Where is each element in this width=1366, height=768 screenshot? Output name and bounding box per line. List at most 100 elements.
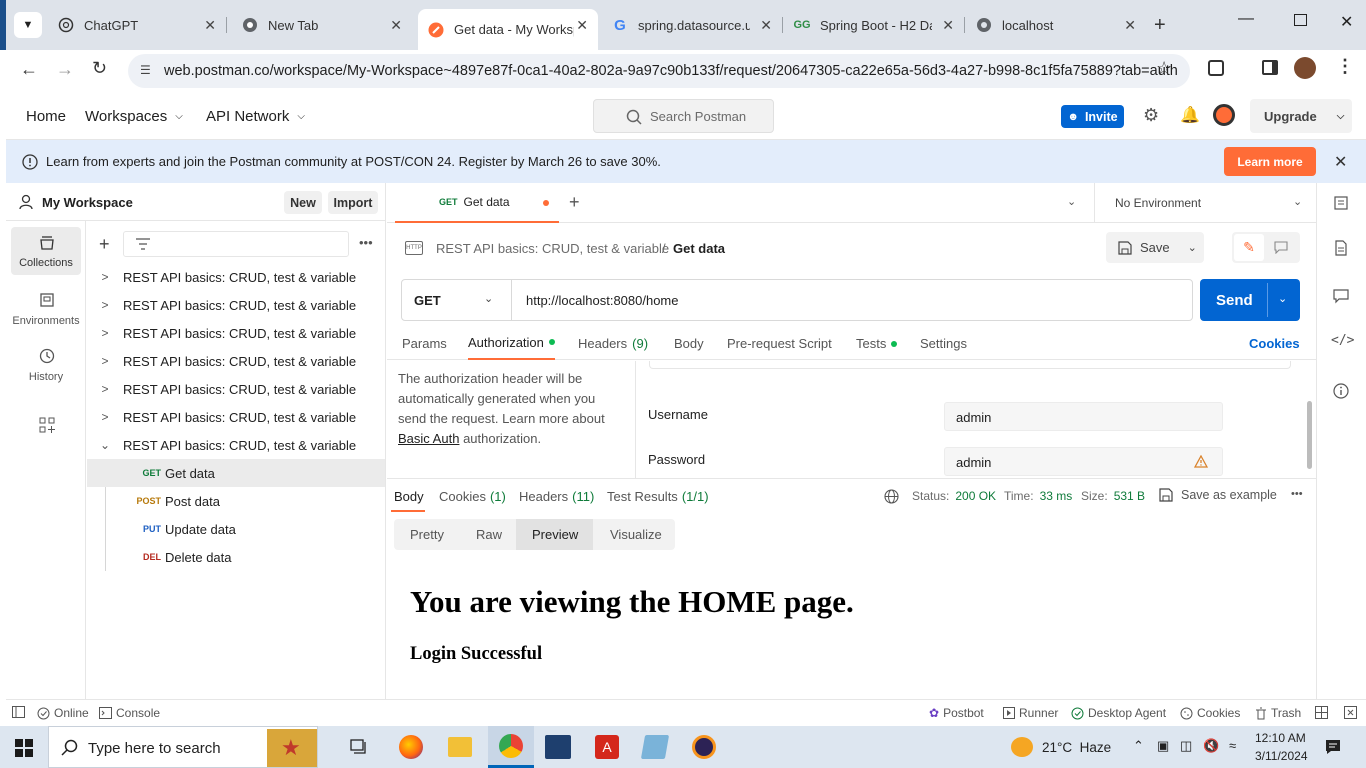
collection-item[interactable]: > REST API basics: CRUD, test & variable — [87, 375, 385, 403]
minimize-button[interactable]: — — [1238, 10, 1254, 28]
request-item-post-data[interactable]: POST Post data — [87, 487, 385, 515]
file-explorer-icon[interactable] — [448, 737, 472, 757]
eclipse-icon[interactable] — [692, 735, 716, 759]
breadcrumb-collection[interactable]: REST API basics: CRUD, test & variable — [436, 241, 669, 256]
send-button[interactable]: Send ⌄ — [1200, 279, 1300, 321]
help-icon[interactable] — [1344, 706, 1357, 719]
browser-tab-localhost[interactable]: localhost ✕ — [966, 9, 1146, 41]
documentation-icon[interactable] — [1333, 240, 1349, 256]
profile-avatar[interactable] — [1294, 57, 1316, 79]
app-icon[interactable] — [640, 735, 670, 759]
desktop-agent-button[interactable]: Desktop Agent — [1071, 706, 1166, 720]
clock-date[interactable]: 3/11/2024 — [1255, 749, 1308, 763]
bookmark-star-icon[interactable]: ☆ — [1156, 58, 1172, 79]
save-button[interactable]: Save ⌄ — [1106, 232, 1204, 263]
meet-now-icon[interactable]: ▣ — [1157, 738, 1169, 754]
upgrade-button[interactable]: Upgrade ⌵ — [1250, 99, 1352, 133]
view-visualize[interactable]: Visualize — [610, 527, 662, 542]
tab-headers[interactable]: Headers (9) — [578, 336, 648, 351]
online-status[interactable]: Online — [37, 706, 89, 720]
view-raw[interactable]: Raw — [476, 527, 502, 542]
task-view-icon[interactable] — [350, 739, 368, 755]
auth-scrollbar[interactable] — [1307, 401, 1312, 469]
request-item-get-data[interactable]: GET Get data — [87, 459, 385, 487]
rail-collections[interactable]: Collections — [11, 227, 81, 275]
collection-item[interactable]: > REST API basics: CRUD, test & variable — [87, 403, 385, 431]
tab-settings[interactable]: Settings — [920, 336, 967, 351]
pencil-icon[interactable]: ✎ — [1234, 234, 1264, 261]
password-field[interactable]: admin — [944, 447, 1223, 476]
browser-tab-google[interactable]: G spring.datasource.url ✕ — [602, 9, 783, 41]
browser-tab-new-tab[interactable]: New Tab ✕ — [232, 9, 412, 41]
browser-tab-postman[interactable]: Get data - My Worksp ✕ — [418, 9, 598, 50]
layout-icon[interactable] — [1315, 706, 1328, 719]
nav-api-network[interactable]: API Network ⌵ — [206, 108, 305, 125]
taskbar-search-box[interactable]: Type here to search ★ — [48, 726, 318, 768]
chevron-up-icon[interactable]: ⌃ — [1133, 738, 1144, 754]
environment-selector[interactable]: No Environment ⌄ — [1094, 183, 1316, 223]
comment-icon[interactable] — [1274, 241, 1288, 254]
network-icon[interactable]: ◫ — [1180, 738, 1192, 754]
globe-icon[interactable] — [884, 489, 899, 504]
response-tab-test-results[interactable]: Test Results (1/1) — [607, 489, 709, 504]
weather-text[interactable]: 21°C Haze — [1042, 740, 1111, 755]
console-button[interactable]: Console — [99, 706, 160, 720]
chrome-taskbar-button[interactable] — [488, 726, 534, 768]
view-pretty[interactable]: Pretty — [410, 527, 444, 542]
toggle-sidebar-icon[interactable] — [12, 706, 25, 718]
new-tab-button[interactable]: + — [1154, 14, 1166, 37]
rail-environments[interactable]: Environments — [11, 283, 81, 331]
collection-item[interactable]: > REST API basics: CRUD, test & variable — [87, 291, 385, 319]
tabs-dropdown-icon[interactable]: ⌄ — [1067, 195, 1076, 208]
firefox-icon[interactable] — [399, 735, 423, 759]
browser-tab-geeks[interactable]: GG Spring Boot - H2 Dat ✕ — [784, 9, 965, 41]
menu-kebab-icon[interactable]: ⋮ — [1336, 56, 1354, 77]
add-collection-icon[interactable]: + — [99, 234, 110, 255]
code-icon[interactable]: </> — [1331, 333, 1354, 348]
add-tab-icon[interactable]: + — [569, 192, 580, 213]
close-icon[interactable]: ✕ — [760, 17, 772, 34]
clock-time[interactable]: 12:10 AM — [1255, 731, 1306, 745]
collection-item[interactable]: > REST API basics: CRUD, test & variable — [87, 347, 385, 375]
notifications-icon[interactable] — [1325, 739, 1341, 755]
trash-button[interactable]: Trash — [1255, 706, 1301, 720]
invite-button[interactable]: ☻ Invite — [1061, 105, 1124, 128]
close-icon[interactable]: ✕ — [576, 17, 588, 34]
tab-params[interactable]: Params — [402, 336, 447, 351]
site-info-icon[interactable]: ☰ — [140, 63, 151, 77]
close-icon[interactable]: ✕ — [1124, 17, 1136, 34]
browser-tab-chatgpt[interactable]: ChatGPT ✕ — [48, 9, 227, 41]
collection-item[interactable]: > REST API basics: CRUD, test & variable — [87, 263, 385, 291]
cookies-link[interactable]: Cookies — [1249, 336, 1300, 351]
runner-button[interactable]: Runner — [1003, 706, 1058, 720]
response-tab-headers[interactable]: Headers (11) — [519, 489, 594, 504]
tab-authorization[interactable]: Authorization — [468, 326, 555, 360]
close-icon[interactable]: ✕ — [204, 17, 216, 34]
postbot-button[interactable]: ✿ Postbot — [929, 706, 984, 720]
open-request-tab[interactable]: GET Get data — [395, 183, 559, 223]
response-tab-body[interactable]: Body — [394, 489, 424, 504]
collection-item-expanded[interactable]: ⌄ REST API basics: CRUD, test & variable — [87, 431, 385, 459]
save-as-example-button[interactable]: Save as example — [1159, 488, 1277, 502]
method-select[interactable]: GET ⌄ — [402, 280, 512, 320]
volume-icon[interactable]: 🔇 — [1203, 738, 1219, 754]
request-item-update-data[interactable]: PUT Update data — [87, 515, 385, 543]
new-button[interactable]: New — [284, 191, 322, 214]
close-icon[interactable]: ✕ — [942, 17, 954, 34]
address-bar[interactable]: ☰ web.postman.co/workspace/My-Workspace~… — [128, 54, 1190, 88]
maximize-button[interactable] — [1294, 14, 1307, 26]
nav-workspaces[interactable]: Workspaces ⌵ — [85, 108, 183, 125]
comments-icon[interactable] — [1333, 288, 1349, 304]
info-icon[interactable] — [1333, 383, 1349, 399]
close-icon[interactable]: ✕ — [390, 17, 402, 34]
footer-cookies-button[interactable]: Cookies — [1180, 706, 1240, 720]
request-item-delete-data[interactable]: DEL Delete data — [87, 543, 385, 571]
import-button[interactable]: Import — [328, 191, 378, 214]
settings-gear-icon[interactable]: ⚙ — [1143, 105, 1159, 126]
learn-more-button[interactable]: Learn more — [1224, 147, 1316, 176]
more-options-icon[interactable]: ••• — [1291, 488, 1303, 500]
environment-quicklook-icon[interactable] — [1333, 195, 1349, 211]
vscode-like-icon[interactable] — [545, 735, 571, 759]
view-preview[interactable]: Preview — [516, 519, 593, 550]
url-input[interactable]: http://localhost:8080/home — [526, 293, 679, 308]
